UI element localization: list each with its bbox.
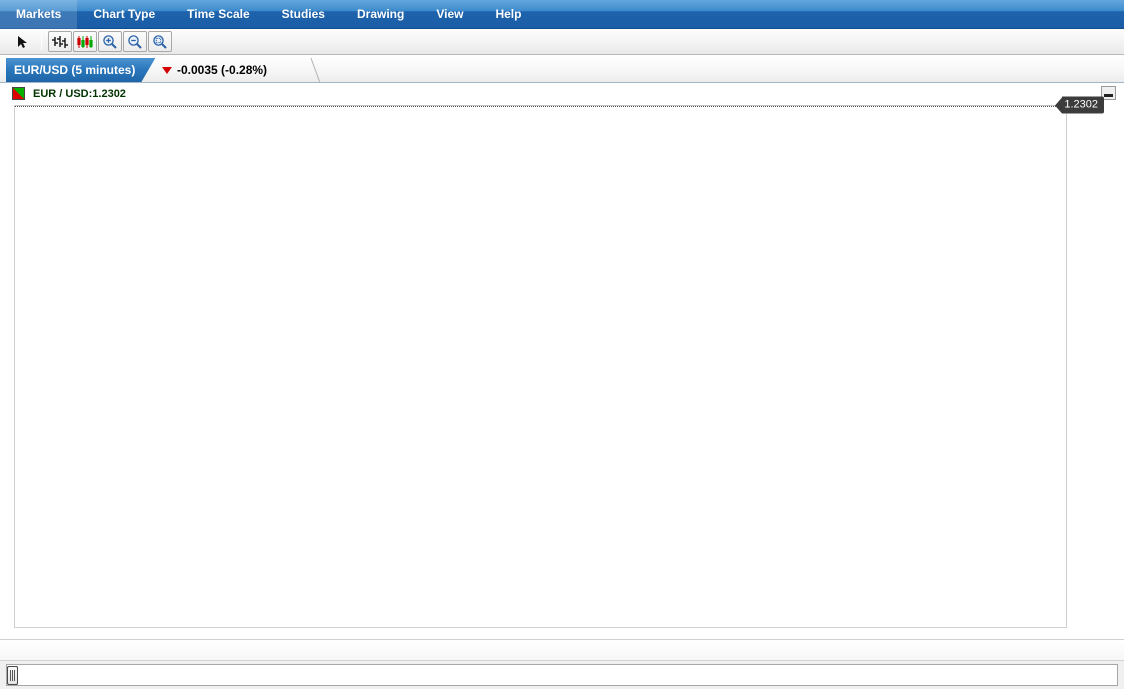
menu-bar: Markets Chart Type Time Scale Studies Drawin…: [0, 0, 1124, 29]
x-axis[interactable]: [0, 639, 1124, 661]
chart-panel: EUR / USD:1.2302 1.2302: [0, 83, 1124, 639]
toolbar: [0, 29, 1124, 55]
quote-change-group: -0.0035 (-0.28%): [162, 58, 267, 82]
range-navigator[interactable]: [0, 661, 1124, 689]
navigator-handle-right[interactable]: [7, 666, 18, 685]
menu-studies[interactable]: Studies: [266, 0, 341, 29]
price-marker-arrow-icon: [1055, 97, 1063, 113]
legend-label: EUR / USD:1.2302: [33, 87, 126, 100]
zoom-in-icon[interactable]: [98, 31, 122, 52]
toolbar-separator: [41, 33, 42, 50]
navigator-series: [7, 665, 1117, 685]
quote-change-value: -0.0035 (-0.28%): [177, 63, 268, 77]
chart-plot-area[interactable]: [14, 105, 1067, 628]
arrow-down-icon: [162, 66, 172, 74]
cursor-arrow-icon[interactable]: [10, 31, 34, 52]
tab-label-eurusd[interactable]: EUR/USD (5 minutes): [6, 58, 155, 82]
menu-view[interactable]: View: [420, 0, 479, 29]
candlestick-icon[interactable]: [73, 31, 97, 52]
menu-markets[interactable]: Markets: [0, 0, 78, 29]
tab-slant-edge: [283, 58, 321, 83]
price-marker-badge: 1.2302: [1055, 96, 1104, 114]
zoom-out-icon[interactable]: [123, 31, 147, 52]
price-marker-value: 1.2302: [1062, 96, 1104, 114]
chart-legend: EUR / USD:1.2302: [12, 87, 126, 100]
chart-header-strip: EUR/USD (5 minutes) -0.0035 (-0.28%) 08/…: [0, 55, 1124, 134]
bar-chart-icon[interactable]: [48, 31, 72, 52]
navigator-frame[interactable]: [6, 664, 1118, 686]
y-axis: 1.2302: [1055, 96, 1124, 628]
menu-help[interactable]: Help: [479, 0, 537, 29]
candlestick-series: [15, 106, 1066, 627]
candlestick-swatch-icon: [12, 87, 25, 100]
menu-time-scale[interactable]: Time Scale: [171, 0, 265, 29]
menu-chart-type[interactable]: Chart Type: [77, 0, 171, 29]
menu-drawing[interactable]: Drawing: [341, 0, 420, 29]
chart-tab[interactable]: EUR/USD (5 minutes): [6, 58, 155, 82]
zoom-region-icon[interactable]: [148, 31, 172, 52]
